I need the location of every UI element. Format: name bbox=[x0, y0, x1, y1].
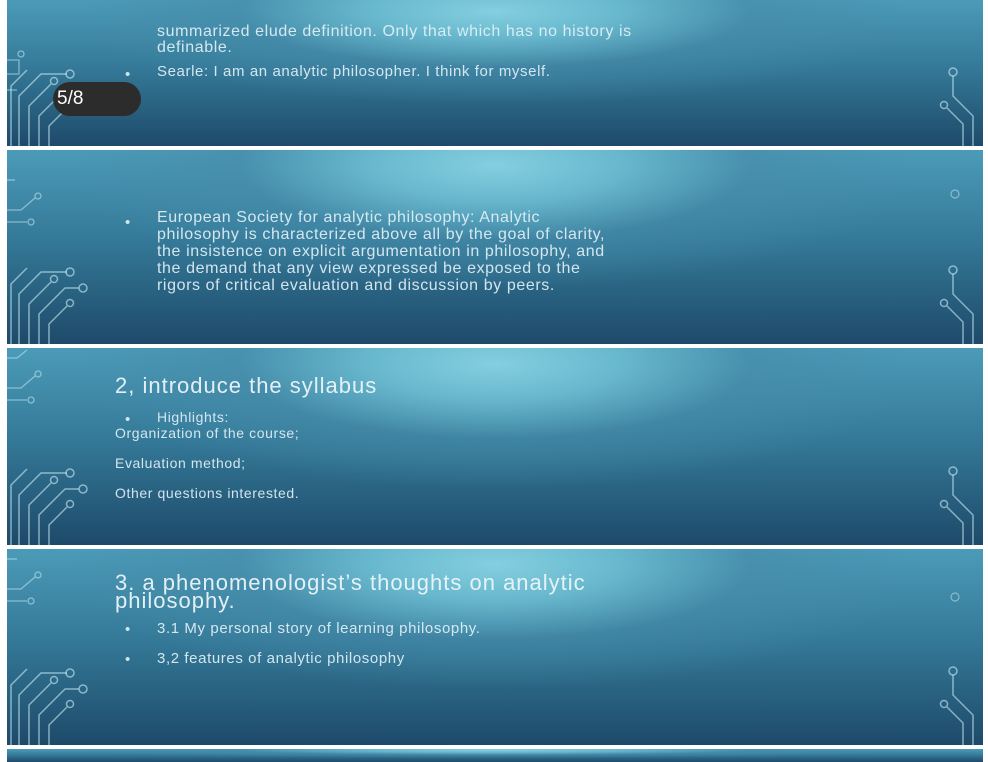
slide-4[interactable]: 3. a phenomenologist’s thoughts on analy… bbox=[7, 549, 983, 745]
slide-text-line: rigors of critical evaluation and discus… bbox=[157, 277, 555, 294]
circuit-decoration-icon bbox=[10, 668, 88, 745]
slide-5[interactable] bbox=[7, 749, 983, 762]
slide-bullet-text: 3.1 My personal story of learning philos… bbox=[157, 620, 481, 637]
bullet-icon: • bbox=[125, 651, 131, 668]
circle-decoration-icon bbox=[950, 189, 960, 199]
circuit-decoration-icon bbox=[939, 666, 974, 745]
slide-bullet-text: Searle: I am an analytic philosopher. I … bbox=[157, 63, 551, 80]
circuit-decoration-icon bbox=[939, 67, 974, 146]
circuit-decoration-icon bbox=[939, 265, 974, 344]
slide-2[interactable]: • European Society for analytic philosop… bbox=[7, 150, 983, 344]
slide-text-line: definable. bbox=[157, 39, 233, 56]
circuit-decoration-icon bbox=[7, 558, 42, 605]
slide-bullet-text: 3,2 features of analytic philosophy bbox=[157, 650, 405, 667]
bullet-icon: • bbox=[125, 66, 131, 83]
slide-title: 2, introduce the syllabus bbox=[115, 373, 378, 398]
slide-3[interactable]: 2, introduce the syllabus • Highlights: … bbox=[7, 348, 983, 545]
circuit-decoration-icon bbox=[939, 466, 974, 545]
circuit-decoration-icon bbox=[10, 468, 88, 545]
circuit-decoration-icon bbox=[10, 267, 88, 344]
slide-title-line: philosophy. bbox=[115, 588, 236, 613]
slide-list-item: Other questions interested. bbox=[115, 485, 300, 501]
slide-list-item: Organization of the course; bbox=[115, 425, 300, 441]
circuit-decoration-icon bbox=[7, 349, 42, 404]
bullet-icon: • bbox=[125, 621, 131, 638]
slide-viewer[interactable]: summarized elude definition. Only that w… bbox=[0, 0, 988, 762]
page-counter: 5/8 bbox=[53, 82, 141, 116]
bullet-icon: • bbox=[125, 214, 131, 231]
circle-decoration-icon bbox=[950, 592, 960, 602]
slide-list-item: Evaluation method; bbox=[115, 455, 246, 471]
